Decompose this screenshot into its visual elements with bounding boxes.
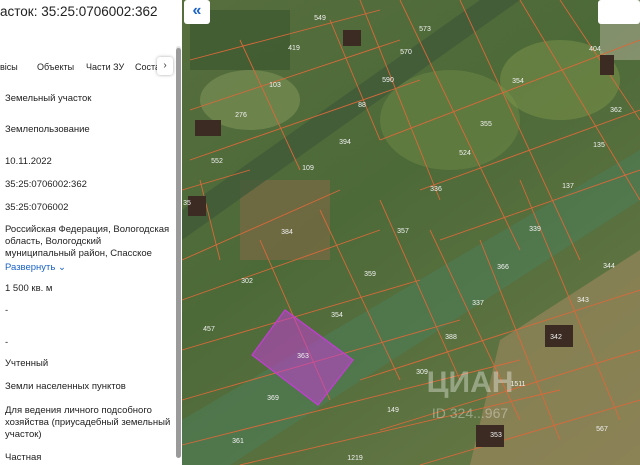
field-object-type: Земельный участок (5, 93, 92, 104)
parcel-label: 302 (241, 278, 253, 285)
panel-scrollbar-thumb[interactable] (176, 48, 181, 458)
expand-label: Развернуть (5, 262, 56, 273)
parcel-label: 573 (419, 26, 431, 33)
field-permitted-use: Для ведения личного подсобного хозяйства… (5, 405, 171, 440)
field-date: 10.11.2022 (5, 156, 52, 167)
parcel-info-panel: асток: 35:25:0706002:362 вісы Объекты Ча… (0, 0, 182, 465)
tab-parts[interactable]: Части ЗУ (86, 62, 124, 72)
watermark-text: ЦИАН (427, 366, 514, 399)
field-land-category: Земли населенных пунктов (5, 381, 126, 392)
settlement-button[interactable] (598, 0, 640, 24)
parcel-label: 552 (211, 158, 223, 165)
parcel-label: 369 (267, 395, 279, 402)
parcel-label: 354 (331, 312, 343, 319)
parcel-label: 103 (269, 82, 281, 89)
tabs-next-button[interactable]: › (157, 57, 173, 75)
watermark: ЦИАН ID 324...967 (427, 366, 514, 421)
watermark-id: ID 324...967 (432, 405, 508, 421)
field-address: Российская Федерация, Вологодская област… (5, 224, 170, 259)
field-empty-2: - (5, 337, 9, 348)
expand-link[interactable]: Развернуть ⌄ (5, 262, 173, 274)
field-area: 1 500 кв. м (5, 283, 53, 294)
parcel-label: 35 (183, 200, 191, 207)
panel-title: асток: 35:25:0706002:362 (0, 4, 158, 19)
parcel-label: 384 (281, 229, 293, 236)
parcel-label: 362 (610, 107, 622, 114)
field-object-kind: Землепользование (5, 124, 90, 135)
parcel-label: 342 (550, 334, 562, 341)
parcel-label: 567 (596, 426, 608, 433)
parcel-label: 137 (562, 183, 574, 190)
parcel-label: 549 (314, 15, 326, 22)
parcel-label: 457 (203, 326, 215, 333)
parcel-label: 343 (577, 297, 589, 304)
parcel-label: 339 (529, 226, 541, 233)
chevron-down-icon: ⌄ (58, 262, 66, 273)
field-cadastral-quarter: 35:25:0706002 (5, 202, 69, 213)
parcel-label: 590 (382, 77, 394, 84)
parcel-label: 355 (480, 121, 492, 128)
parcel-label: 109 (302, 165, 314, 172)
parcel-label: 394 (339, 139, 351, 146)
parcel-label: 149 (387, 407, 399, 414)
parcel-label: 366 (497, 264, 509, 271)
parcel-label: 404 (589, 46, 601, 53)
parcel-label: 336 (430, 186, 442, 193)
parcel-label: 1219 (347, 455, 363, 462)
parcel-label: 354 (512, 78, 524, 85)
parcel-label: 276 (235, 112, 247, 119)
parcel-label: 88 (358, 102, 366, 109)
field-cadastral-number: 35:25:0706002:362 (5, 179, 87, 190)
field-status: Учтенный (5, 358, 49, 369)
collapse-panel-button[interactable]: « (184, 0, 210, 24)
parcel-label: 344 (603, 263, 615, 270)
field-ownership: Частная (5, 452, 42, 463)
parcel-label: 388 (445, 334, 457, 341)
parcel-label: 570 (400, 49, 412, 56)
tab-services[interactable]: вісы (0, 62, 18, 72)
parcel-label: 419 (288, 45, 300, 52)
parcel-label: 361 (232, 438, 244, 445)
parcel-label: 359 (364, 271, 376, 278)
parcel-label: 357 (397, 228, 409, 235)
parcel-label: 135 (593, 142, 605, 149)
parcel-label: 524 (459, 150, 471, 157)
double-chevron-left-icon: « (192, 2, 202, 19)
tab-objects[interactable]: Объекты (37, 62, 74, 72)
panel-tabs: вісы Объекты Части ЗУ Соста (0, 58, 175, 76)
parcel-label: 363 (297, 353, 309, 360)
parcel-label: 353 (490, 432, 502, 439)
field-empty-1: - (5, 305, 9, 316)
parcel-label: 337 (472, 300, 484, 307)
